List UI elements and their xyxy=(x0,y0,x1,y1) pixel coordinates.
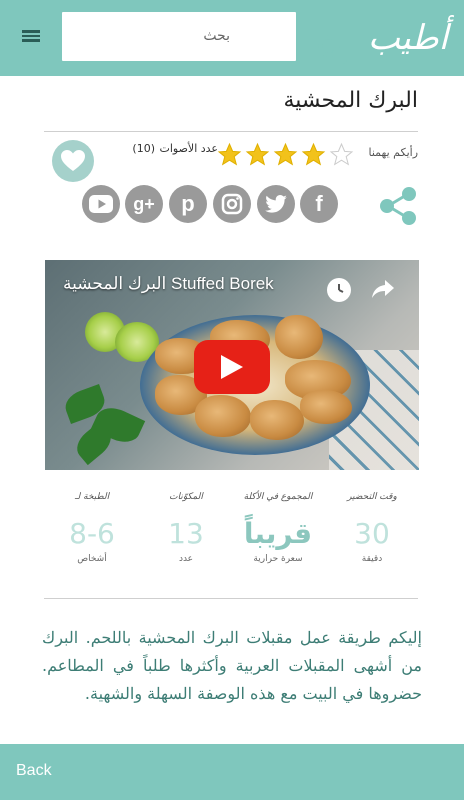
search-input[interactable] xyxy=(70,22,230,50)
share-icon[interactable] xyxy=(378,186,418,226)
play-button[interactable] xyxy=(194,340,270,394)
recipe-description: إليكم طريقة عمل مقبلات البرك المحشية بال… xyxy=(42,628,423,703)
back-button[interactable]: Back xyxy=(16,762,52,780)
star-rating[interactable] xyxy=(217,142,354,167)
app-logo[interactable]: أطيب أكلة xyxy=(360,6,456,122)
stat-label: المكوّنات xyxy=(169,492,203,502)
youtube-icon[interactable] xyxy=(82,185,120,223)
play-icon xyxy=(221,355,243,379)
star-filled-icon[interactable] xyxy=(217,142,242,167)
borek xyxy=(250,400,304,440)
borek xyxy=(300,390,352,424)
rating-row: رأيكم يهمنا عدد الأصوات (10) xyxy=(44,140,418,170)
borek xyxy=(275,315,323,359)
search-icon[interactable] xyxy=(317,34,347,64)
app-header: أطيب أكلة xyxy=(0,0,464,122)
facebook-icon[interactable]: f xyxy=(300,185,338,223)
stat-label: الطبخة لـ xyxy=(74,492,110,502)
stat-unit: سعرة حرارية xyxy=(253,554,303,564)
stat-ingredients: المكوّنات 13 عدد xyxy=(146,492,226,564)
favorite-button[interactable] xyxy=(52,140,94,182)
hamburger-menu-icon[interactable] xyxy=(22,28,40,46)
recipe-title: البرك المحشية xyxy=(283,88,418,113)
stat-value: 8-6 xyxy=(69,517,115,550)
divider xyxy=(44,598,418,599)
votes-count: (10) xyxy=(132,142,155,155)
stat-value: 30 xyxy=(354,517,390,550)
stat-value: قريباً xyxy=(243,517,313,550)
heart-icon xyxy=(61,150,85,171)
twitter-icon[interactable] xyxy=(257,185,295,223)
stat-unit: عدد xyxy=(178,554,194,564)
star-filled-icon[interactable] xyxy=(301,142,326,167)
watch-later-icon[interactable] xyxy=(327,278,351,302)
video-share-icon[interactable] xyxy=(371,278,395,300)
recipe-video[interactable]: البرك المحشية Stuffed Borek xyxy=(45,260,419,470)
video-title: البرك المحشية Stuffed Borek xyxy=(63,274,274,293)
stat-label: المجموع في الأكلة xyxy=(243,492,313,502)
google-plus-icon[interactable]: g+ xyxy=(125,185,163,223)
pinterest-icon[interactable]: p xyxy=(169,185,207,223)
stat-calories: المجموع في الأكلة قريباً سعرة حرارية xyxy=(238,492,318,564)
stat-prep-time: وقت التحضير 30 دقيقة xyxy=(332,492,412,564)
stat-value: 13 xyxy=(168,517,204,550)
star-filled-icon[interactable] xyxy=(245,142,270,167)
votes-label: عدد الأصوات xyxy=(159,142,219,155)
instagram-icon[interactable] xyxy=(213,185,251,223)
search-box[interactable] xyxy=(62,12,347,64)
star-empty-icon[interactable] xyxy=(329,142,354,167)
stat-unit: أشخاص xyxy=(77,554,107,564)
logo-text: أطيب أكلة xyxy=(367,18,449,122)
rating-prompt: رأيكم يهمنا xyxy=(368,146,418,159)
stat-servings: الطبخة لـ 8-6 أشخاص xyxy=(52,492,132,564)
star-filled-icon[interactable] xyxy=(273,142,298,167)
divider xyxy=(44,131,418,132)
borek xyxy=(195,395,251,437)
app-footer: Back xyxy=(0,744,464,800)
stat-label: وقت التحضير xyxy=(347,492,397,502)
stat-unit: دقيقة xyxy=(361,554,383,564)
